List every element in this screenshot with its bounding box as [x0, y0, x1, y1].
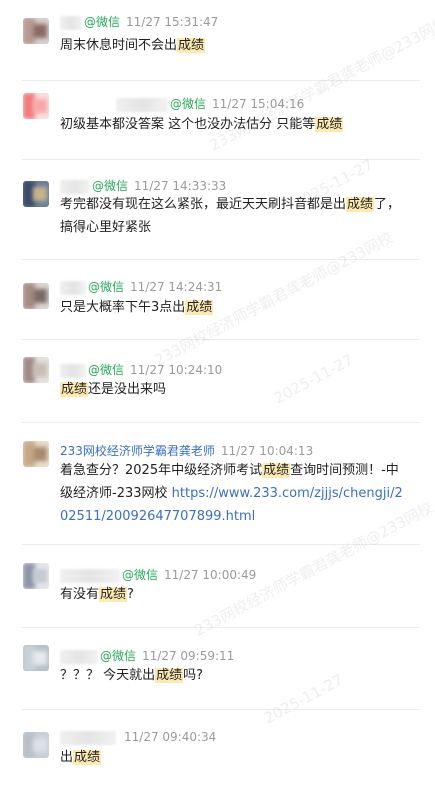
- comment-source[interactable]: @微信: [92, 179, 128, 193]
- comment-time: 11/27 15:04:16: [212, 97, 305, 111]
- keyword-highlight: 成绩: [99, 587, 128, 602]
- avatar[interactable]: [23, 357, 49, 383]
- comment-text-segment: ？？？ 今天就出: [60, 668, 156, 683]
- redacted-username: [60, 363, 86, 378]
- avatar[interactable]: [23, 441, 49, 467]
- comment-text-segment: 还是没出来吗: [88, 382, 167, 397]
- avatar[interactable]: [23, 18, 49, 44]
- comment-time: 11/27 10:00:49: [164, 568, 257, 582]
- keyword-highlight: 成绩: [262, 463, 291, 478]
- comment-text-segment: 有没有: [60, 587, 100, 602]
- redacted-username: [60, 179, 90, 194]
- comment-text: 初级基本都没答案 这个也没办法估分 只能等成绩: [60, 113, 410, 136]
- comment-text-segment: 考完都没有现在这么紧张，最近天天刷抖音都是出: [60, 197, 347, 212]
- comment-header: @微信 11/27 10:00:49: [60, 567, 256, 583]
- avatar[interactable]: [23, 563, 49, 589]
- avatar-pixel: [33, 738, 47, 752]
- comment-time: 11/27 10:04:13: [220, 444, 314, 458]
- comment-text-segment: 只是大概率下午3点出: [60, 300, 186, 315]
- comment-text-segment: ?: [127, 587, 134, 602]
- comment-text: 成绩还是没出来吗: [60, 378, 410, 401]
- comment-header: @微信 11/27 14:33:33: [60, 178, 226, 194]
- comment-time: 11/27 10:24:10: [130, 363, 223, 377]
- comment-text-segment: 周末休息时间不会出: [60, 38, 178, 53]
- author-name[interactable]: 233网校经济师学霸君龚老师: [60, 444, 215, 458]
- comment-time: 11/27 14:33:33: [134, 179, 227, 193]
- comment-source[interactable]: @微信: [100, 649, 136, 663]
- keyword-highlight: 成绩: [185, 300, 214, 315]
- comment-text-segment: 着急查分？2025年中级经济师考试: [60, 463, 263, 478]
- avatar-pixel: [33, 99, 47, 113]
- avatar[interactable]: [23, 93, 49, 119]
- keyword-highlight: 成绩: [73, 750, 102, 765]
- keyword-highlight: 成绩: [155, 668, 184, 683]
- keyword-highlight: 成绩: [315, 117, 344, 132]
- redacted-username: [116, 97, 168, 112]
- comment-header: @微信 11/27 14:24:31: [60, 279, 222, 295]
- keyword-highlight: 成绩: [177, 38, 206, 53]
- avatar-pixel: [33, 569, 47, 583]
- keyword-highlight: 成绩: [346, 197, 375, 212]
- comment-source[interactable]: @微信: [84, 15, 120, 29]
- comment-time: 11/27 15:31:47: [126, 15, 219, 29]
- comment-divider: [22, 339, 420, 340]
- redacted-username: [60, 649, 98, 664]
- comment-divider: [22, 159, 420, 160]
- comment-text: 有没有成绩?: [60, 583, 410, 606]
- avatar-pixel: [33, 24, 47, 38]
- comment-divider: [22, 259, 420, 260]
- comment-source[interactable]: @微信: [88, 363, 124, 377]
- redacted-username: [60, 15, 82, 30]
- comment-text-segment: 吗?: [183, 668, 204, 683]
- comment-text: 周末休息时间不会出成绩: [60, 34, 410, 57]
- avatar[interactable]: [23, 645, 49, 671]
- comment-time: 11/27 14:24:31: [130, 280, 223, 294]
- avatar-pixel: [33, 447, 47, 461]
- comment-time: 11/27 09:59:11: [142, 649, 235, 663]
- avatar[interactable]: [23, 732, 49, 758]
- comment-text: ？？？ 今天就出成绩吗?: [60, 664, 410, 687]
- comment-text: 出成绩: [60, 746, 410, 769]
- redacted-username: [60, 280, 86, 295]
- comment-text-segment: 出: [60, 750, 74, 765]
- comment-divider: [22, 80, 420, 81]
- comment-feed: @微信 11/27 15:31:47 周末休息时间不会出成绩 @微信 11/27 15:…: [0, 0, 435, 787]
- comment-source[interactable]: @微信: [88, 280, 124, 294]
- comment-header: 11/27 09:40:34: [60, 729, 216, 745]
- avatar[interactable]: [23, 181, 49, 207]
- comment-header: @微信 11/27 15:31:47: [60, 14, 218, 30]
- comment-text: 只是大概率下午3点出成绩: [60, 296, 410, 319]
- redacted-username: [60, 730, 116, 745]
- avatar-pixel: [33, 187, 47, 201]
- comment-text: 考完都没有现在这么紧张，最近天天刷抖音都是出成绩了，搞得心里好紧张: [60, 193, 410, 239]
- keyword-highlight: 成绩: [60, 382, 89, 397]
- comment-source[interactable]: @微信: [170, 97, 206, 111]
- comment-header: @微信 11/27 10:24:10: [60, 362, 222, 378]
- comment-time: 11/27 09:40:34: [124, 730, 217, 744]
- comment-text: 着急查分？2025年中级经济师考试成绩查询时间预测！-中级经济师-233网校 h…: [60, 459, 410, 528]
- comment-divider: [22, 544, 420, 545]
- comment-source[interactable]: @微信: [122, 568, 158, 582]
- comment-divider: [22, 422, 420, 423]
- comment-header: 233网校经济师学霸君龚老师 11/27 10:04:13: [60, 443, 313, 459]
- avatar-pixel: [33, 651, 47, 665]
- avatar-pixel: [33, 289, 47, 303]
- comment-divider: [22, 627, 420, 628]
- comment-header: @微信 11/27 15:04:16: [116, 96, 304, 112]
- comment-divider: [22, 709, 420, 710]
- comment-header: @微信 11/27 09:59:11: [60, 648, 234, 664]
- comment-text-segment: 初级基本都没答案 这个也没办法估分 只能等: [60, 117, 316, 132]
- avatar-pixel: [33, 363, 47, 377]
- redacted-username: [60, 568, 120, 583]
- avatar[interactable]: [23, 283, 49, 309]
